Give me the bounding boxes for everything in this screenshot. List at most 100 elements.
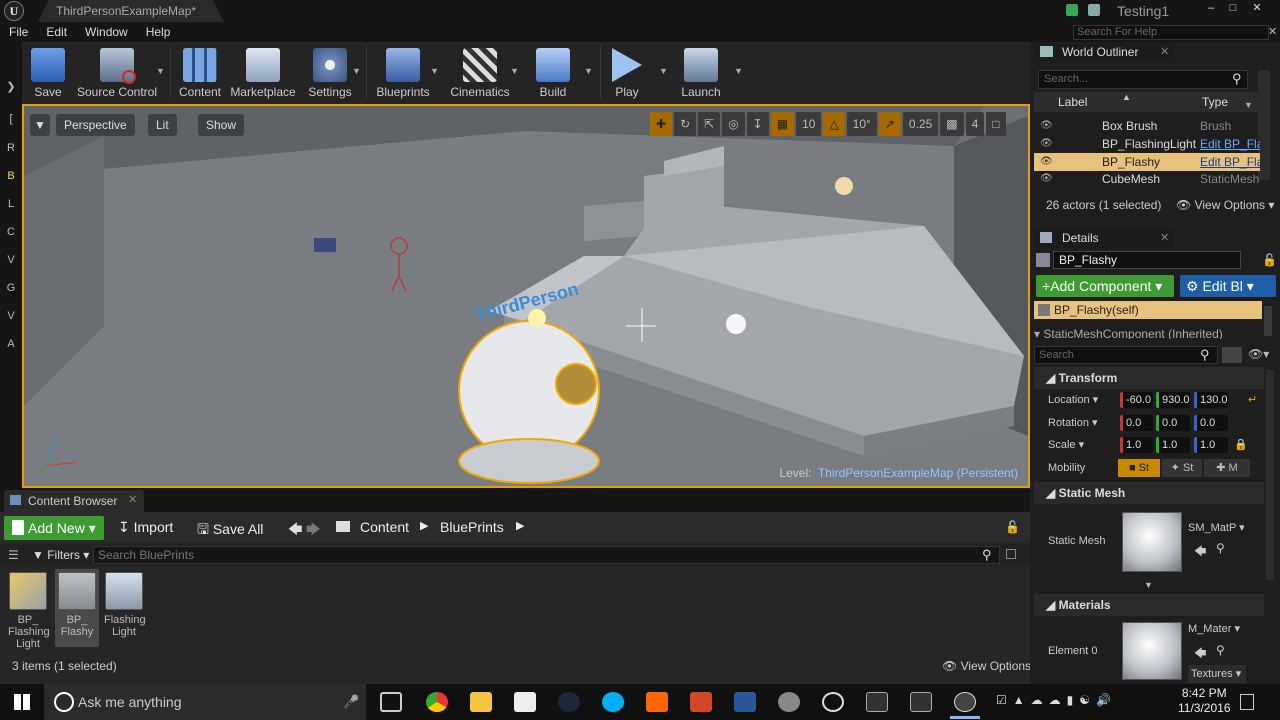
save-all-button[interactable]: 🖫 Save All — [197, 519, 263, 543]
launch-button[interactable]: Launch — [676, 44, 726, 104]
perspective-dropdown[interactable]: Perspective — [56, 114, 135, 136]
content-search-input[interactable]: Search BluePrints — [93, 546, 1000, 564]
modes-tab-v2[interactable]: V — [0, 310, 22, 322]
document-tab[interactable]: ThirdPersonExampleMap* — [38, 0, 224, 22]
rotate-mode-icon[interactable]: ↻ — [674, 112, 697, 136]
cinematics-button[interactable]: Cinematics — [448, 44, 512, 104]
visibility-eye-icon[interactable]: 👁 — [1040, 153, 1053, 171]
material-browse-icon[interactable]: ⚲ — [1216, 643, 1225, 657]
material-use-selected-icon[interactable]: 🡄 — [1194, 644, 1206, 665]
skype-icon[interactable] — [602, 692, 624, 712]
scale-snap-value[interactable]: 0.25 — [902, 112, 939, 136]
notifications-icon[interactable] — [1240, 694, 1254, 710]
blueprints-button[interactable]: Blueprints — [374, 44, 432, 104]
outliner-row[interactable]: 👁 BP_FlashingLight Edit BP_Fla — [1034, 135, 1260, 153]
scale-snap-icon[interactable]: ↗ — [878, 112, 901, 136]
source-control-button[interactable]: Source Control — [76, 44, 158, 104]
asset-flashing-light[interactable]: Flashing Light — [104, 572, 146, 638]
outliner-row-selected[interactable]: 👁 BP_Flashy Edit BP_Fla — [1034, 153, 1260, 171]
component-self-row[interactable]: BP_Flashy(self) — [1034, 301, 1262, 319]
sources-toggle-icon[interactable]: ☰ — [8, 548, 19, 562]
rotation-x-field[interactable]: 0.0 — [1120, 415, 1153, 431]
details-tab[interactable]: Details — [1034, 228, 1174, 248]
content-browser-tab[interactable]: Content Browser — [4, 490, 144, 512]
details-search-input[interactable]: Search — [1034, 346, 1218, 364]
lock-icon[interactable]: 🔓 — [1005, 520, 1020, 534]
outliner-row-type-link[interactable]: Edit BP_Fla — [1200, 135, 1260, 153]
viewport-options-dropdown[interactable]: ▼ — [30, 114, 50, 136]
mobility-movable-button[interactable]: ✚ M — [1204, 459, 1250, 477]
help-search-input[interactable]: Search For Help — [1073, 25, 1269, 40]
path-separator-icon[interactable]: ▶ — [420, 519, 428, 532]
modes-tab-a[interactable]: A — [0, 338, 22, 350]
details-view-options-icon[interactable]: 👁▾ — [1248, 347, 1269, 361]
column-type-dropdown-icon[interactable]: ▼ — [1244, 100, 1253, 110]
content-view-options-button[interactable]: 👁 View Options ▾ — [942, 659, 1040, 673]
filters-button[interactable]: ▼ Filters ▾ — [32, 548, 89, 562]
rotation-snap-icon[interactable]: △ — [823, 112, 845, 136]
level-viewport[interactable]: ThirdPerson ▼ Perspective Lit Show ✚ ↻ ⇱… — [22, 104, 1030, 488]
rotation-label[interactable]: Rotation ▾ — [1048, 416, 1098, 429]
save-search-icon[interactable] — [1006, 549, 1016, 559]
content-browser-close-icon[interactable]: ✕ — [128, 493, 137, 506]
asset-bp-flashing-light[interactable]: BP_ Flashing Light — [8, 572, 50, 650]
components-scrollbar[interactable] — [1264, 306, 1272, 336]
system-tray-icons[interactable]: ☑▲☁☁▮☯🔊 — [996, 693, 1117, 707]
maximize-icon[interactable]: □ — [1222, 1, 1244, 15]
add-component-button[interactable]: +Add Component ▾ — [1036, 275, 1174, 297]
sort-ascending-icon[interactable]: ▲ — [1122, 92, 1131, 102]
content-button[interactable]: Content — [178, 44, 222, 104]
steam-icon[interactable] — [558, 692, 580, 712]
grid-snap-icon[interactable]: ▦ — [770, 112, 795, 136]
cloud-app-icon[interactable] — [646, 692, 668, 712]
search-icon[interactable]: ⚲ — [982, 547, 992, 563]
modes-tab-v[interactable]: V — [0, 254, 22, 266]
show-dropdown[interactable]: Show — [198, 114, 245, 136]
use-selected-arrow-icon[interactable]: 🡄 — [1194, 542, 1206, 563]
import-button[interactable]: ↧ Import — [118, 519, 173, 536]
modes-tab-c[interactable]: C — [0, 226, 22, 238]
reset-location-icon[interactable]: ↵ — [1248, 393, 1257, 406]
static-mesh-combo[interactable]: SM_MatP ▾ — [1188, 519, 1244, 537]
details-search-icon[interactable]: ⚲ — [1200, 347, 1210, 363]
source-control-dropdown-icon[interactable]: ▼ — [156, 66, 165, 76]
path-content[interactable]: Content — [360, 519, 409, 535]
world-local-icon[interactable]: ◎ — [722, 112, 745, 136]
scale-z-field[interactable]: 1.0 — [1194, 437, 1228, 453]
rotation-y-field[interactable]: 0.0 — [1156, 415, 1190, 431]
chrome-icon[interactable] — [426, 692, 448, 712]
mobility-static-button[interactable]: ■ St — [1118, 459, 1160, 477]
property-matrix-icon[interactable] — [1222, 347, 1242, 363]
word-icon[interactable] — [734, 692, 756, 712]
textures-dropdown[interactable]: Textures ▾ — [1188, 665, 1246, 683]
settings-dropdown-icon[interactable]: ▼ — [352, 66, 361, 76]
path-separator-icon[interactable]: ▶ — [516, 519, 524, 532]
outliner-search-icon[interactable]: ⚲ — [1232, 71, 1242, 87]
transform-mode-icon[interactable]: ✚ — [650, 112, 673, 136]
visibility-eye-icon[interactable]: 👁 — [1040, 117, 1053, 135]
scale-label[interactable]: Scale ▾ — [1048, 438, 1084, 451]
windows-start-icon[interactable] — [14, 694, 30, 710]
blueprints-dropdown-icon[interactable]: ▼ — [430, 66, 439, 76]
world-outliner-tab[interactable]: World Outliner — [1034, 42, 1174, 62]
forward-arrow-icon[interactable]: 🡆 — [306, 519, 320, 543]
details-lock-icon[interactable]: 🔓 — [1262, 253, 1277, 267]
menu-window[interactable]: Window — [76, 22, 137, 42]
mobility-stationary-button[interactable]: ✦ St — [1162, 459, 1202, 477]
menu-edit[interactable]: Edit — [37, 22, 76, 42]
location-label[interactable]: Location ▾ — [1048, 393, 1098, 406]
transform-section-header[interactable]: ◢ Transform — [1034, 367, 1264, 389]
outliner-row-type-link[interactable]: Edit BP_Fla — [1200, 153, 1260, 171]
location-x-field[interactable]: -60.0 — [1120, 392, 1153, 408]
menu-help[interactable]: Help — [137, 22, 180, 42]
column-type[interactable]: Type — [1202, 95, 1228, 109]
marketplace-badge-icon[interactable] — [1088, 4, 1100, 16]
microphone-icon[interactable]: 🎤 — [343, 694, 359, 710]
outliner-search-input[interactable]: Search... — [1038, 70, 1248, 89]
unity-icon[interactable] — [822, 692, 844, 712]
outliner-row[interactable]: 👁 Box Brush Brush — [1034, 117, 1260, 135]
component-inherited-row[interactable]: ▾ StaticMeshComponent (Inherited) — [1034, 327, 1223, 339]
visibility-eye-icon[interactable]: 👁 — [1040, 170, 1053, 188]
material-combo[interactable]: M_Mater ▾ — [1188, 620, 1244, 638]
browse-search-icon[interactable]: ⚲ — [1216, 541, 1225, 555]
